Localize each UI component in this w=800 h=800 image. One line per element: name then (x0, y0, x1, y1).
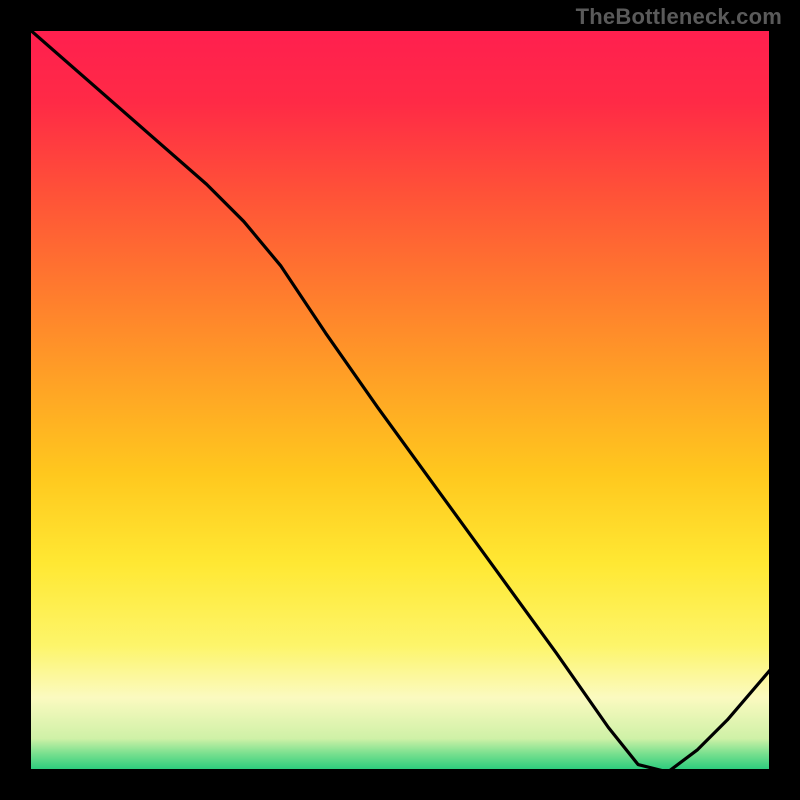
gradient-background (28, 28, 772, 772)
axis-border-left (25, 28, 31, 772)
plot-area (28, 28, 772, 772)
axis-border-right (769, 28, 775, 772)
chart-stage: TheBottleneck.com (0, 0, 800, 800)
axis-border-bottom (28, 769, 772, 775)
axis-border-top (28, 25, 772, 31)
chart-svg (28, 28, 772, 772)
plot-frame (28, 28, 772, 772)
